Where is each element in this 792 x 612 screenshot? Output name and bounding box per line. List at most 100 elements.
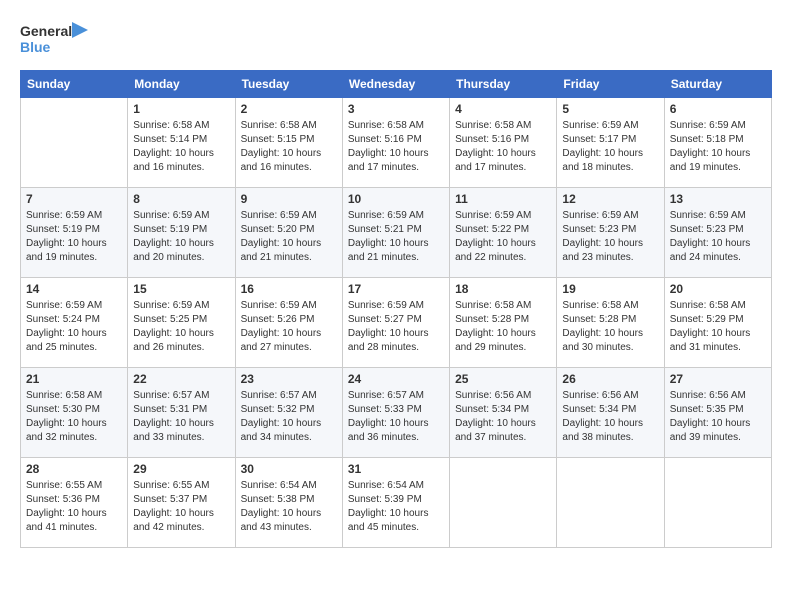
calendar-cell: 25 Sunrise: 6:56 AMSunset: 5:34 PMDayligh… — [450, 368, 557, 458]
calendar-cell: 30 Sunrise: 6:54 AMSunset: 5:38 PMDayligh… — [235, 458, 342, 548]
day-number: 21 — [26, 372, 122, 386]
day-info: Sunrise: 6:56 AMSunset: 5:34 PMDaylight:… — [455, 389, 551, 445]
calendar-cell: 28 Sunrise: 6:55 AMSunset: 5:36 PMDayligh… — [21, 458, 128, 548]
day-number: 25 — [455, 372, 551, 386]
day-number: 23 — [241, 372, 337, 386]
logo-svg: GeneralBlue — [20, 20, 90, 60]
calendar-cell: 11 Sunrise: 6:59 AMSunset: 5:22 PMDayligh… — [450, 188, 557, 278]
svg-text:Blue: Blue — [20, 39, 51, 55]
day-number: 2 — [241, 102, 337, 116]
day-number: 7 — [26, 192, 122, 206]
calendar-cell: 16Sunrise: 6:59 AMSunset: 5:26 PMDayligh… — [235, 278, 342, 368]
day-number: 19 — [562, 282, 658, 296]
calendar-cell: 8 Sunrise: 6:59 AMSunset: 5:19 PMDaylight… — [128, 188, 235, 278]
calendar-cell: 15 Sunrise: 6:59 AMSunset: 5:25 PMDayligh… — [128, 278, 235, 368]
day-info: Sunrise: 6:59 AMSunset: 5:24 PMDaylight:… — [26, 299, 122, 355]
day-number: 10 — [348, 192, 444, 206]
day-info: Sunrise: 6:57 AMSunset: 5:32 PMDaylight:… — [241, 389, 337, 445]
day-info: Sunrise: 6:58 AMSunset: 5:30 PMDaylight:… — [26, 389, 122, 445]
day-info: Sunrise: 6:58 AMSunset: 5:15 PMDaylight:… — [241, 119, 337, 175]
calendar-cell: 2 Sunrise: 6:58 AMSunset: 5:15 PMDaylight… — [235, 98, 342, 188]
day-info: Sunrise: 6:59 AMSunset: 5:26 PMDaylight:… — [241, 299, 337, 355]
weekday-header: Friday — [557, 71, 664, 98]
calendar-cell: 9 Sunrise: 6:59 AMSunset: 5:20 PMDaylight… — [235, 188, 342, 278]
calendar-week-row: 7 Sunrise: 6:59 AMSunset: 5:19 PMDaylight… — [21, 188, 772, 278]
day-info: Sunrise: 6:59 AMSunset: 5:23 PMDaylight:… — [562, 209, 658, 265]
day-number: 30 — [241, 462, 337, 476]
calendar-cell: 3 Sunrise: 6:58 AMSunset: 5:16 PMDaylight… — [342, 98, 449, 188]
day-info: Sunrise: 6:56 AMSunset: 5:35 PMDaylight:… — [670, 389, 766, 445]
day-number: 11 — [455, 192, 551, 206]
calendar-cell: 24Sunrise: 6:57 AMSunset: 5:33 PMDayligh… — [342, 368, 449, 458]
day-info: Sunrise: 6:59 AMSunset: 5:21 PMDaylight:… — [348, 209, 444, 265]
calendar-cell: 7 Sunrise: 6:59 AMSunset: 5:19 PMDaylight… — [21, 188, 128, 278]
day-info: Sunrise: 6:58 AMSunset: 5:16 PMDaylight:… — [455, 119, 551, 175]
calendar-cell: 22 Sunrise: 6:57 AMSunset: 5:31 PMDayligh… — [128, 368, 235, 458]
calendar-cell: 27 Sunrise: 6:56 AMSunset: 5:35 PMDayligh… — [664, 368, 771, 458]
day-number: 20 — [670, 282, 766, 296]
day-info: Sunrise: 6:59 AMSunset: 5:17 PMDaylight:… — [562, 119, 658, 175]
day-number: 31 — [348, 462, 444, 476]
day-info: Sunrise: 6:59 AMSunset: 5:25 PMDaylight:… — [133, 299, 229, 355]
day-number: 14 — [26, 282, 122, 296]
calendar-cell: 19 Sunrise: 6:58 AMSunset: 5:28 PMDayligh… — [557, 278, 664, 368]
calendar-week-row: 28 Sunrise: 6:55 AMSunset: 5:36 PMDayligh… — [21, 458, 772, 548]
calendar-cell: 17Sunrise: 6:59 AMSunset: 5:27 PMDayligh… — [342, 278, 449, 368]
day-info: Sunrise: 6:59 AMSunset: 5:20 PMDaylight:… — [241, 209, 337, 265]
calendar-cell: 10 Sunrise: 6:59 AMSunset: 5:21 PMDayligh… — [342, 188, 449, 278]
calendar-cell: 5 Sunrise: 6:59 AMSunset: 5:17 PMDaylight… — [557, 98, 664, 188]
day-number: 17 — [348, 282, 444, 296]
calendar-cell: 20 Sunrise: 6:58 AMSunset: 5:29 PMDayligh… — [664, 278, 771, 368]
day-number: 13 — [670, 192, 766, 206]
day-number: 22 — [133, 372, 229, 386]
day-info: Sunrise: 6:57 AMSunset: 5:31 PMDaylight:… — [133, 389, 229, 445]
day-info: Sunrise: 6:59 AMSunset: 5:22 PMDaylight:… — [455, 209, 551, 265]
day-info: Sunrise: 6:59 AMSunset: 5:19 PMDaylight:… — [26, 209, 122, 265]
day-number: 1 — [133, 102, 229, 116]
day-number: 28 — [26, 462, 122, 476]
day-info: Sunrise: 6:56 AMSunset: 5:34 PMDaylight:… — [562, 389, 658, 445]
day-info: Sunrise: 6:59 AMSunset: 5:23 PMDaylight:… — [670, 209, 766, 265]
calendar-table: SundayMondayTuesdayWednesdayThursdayFrid… — [20, 70, 772, 548]
day-info: Sunrise: 6:54 AMSunset: 5:38 PMDaylight:… — [241, 479, 337, 535]
calendar-cell: 21 Sunrise: 6:58 AMSunset: 5:30 PMDayligh… — [21, 368, 128, 458]
day-number: 12 — [562, 192, 658, 206]
day-info: Sunrise: 6:58 AMSunset: 5:28 PMDaylight:… — [455, 299, 551, 355]
calendar-cell: 18 Sunrise: 6:58 AMSunset: 5:28 PMDayligh… — [450, 278, 557, 368]
calendar-cell: 31 Sunrise: 6:54 AMSunset: 5:39 PMDayligh… — [342, 458, 449, 548]
weekday-header: Tuesday — [235, 71, 342, 98]
calendar-cell — [664, 458, 771, 548]
calendar-week-row: 1 Sunrise: 6:58 AMSunset: 5:14 PMDaylight… — [21, 98, 772, 188]
day-info: Sunrise: 6:58 AMSunset: 5:29 PMDaylight:… — [670, 299, 766, 355]
day-number: 8 — [133, 192, 229, 206]
day-info: Sunrise: 6:58 AMSunset: 5:14 PMDaylight:… — [133, 119, 229, 175]
calendar-week-row: 14 Sunrise: 6:59 AMSunset: 5:24 PMDayligh… — [21, 278, 772, 368]
weekday-header: Saturday — [664, 71, 771, 98]
weekday-header: Wednesday — [342, 71, 449, 98]
calendar-cell: 6 Sunrise: 6:59 AMSunset: 5:18 PMDaylight… — [664, 98, 771, 188]
logo: GeneralBlue — [20, 20, 90, 60]
day-number: 6 — [670, 102, 766, 116]
day-number: 3 — [348, 102, 444, 116]
calendar-cell: 14 Sunrise: 6:59 AMSunset: 5:24 PMDayligh… — [21, 278, 128, 368]
day-info: Sunrise: 6:57 AMSunset: 5:33 PMDaylight:… — [348, 389, 444, 445]
day-info: Sunrise: 6:59 AMSunset: 5:18 PMDaylight:… — [670, 119, 766, 175]
day-number: 29 — [133, 462, 229, 476]
day-number: 15 — [133, 282, 229, 296]
day-info: Sunrise: 6:54 AMSunset: 5:39 PMDaylight:… — [348, 479, 444, 535]
day-info: Sunrise: 6:59 AMSunset: 5:19 PMDaylight:… — [133, 209, 229, 265]
calendar-cell — [21, 98, 128, 188]
day-number: 5 — [562, 102, 658, 116]
day-number: 18 — [455, 282, 551, 296]
weekday-header: Monday — [128, 71, 235, 98]
calendar-cell: 13 Sunrise: 6:59 AMSunset: 5:23 PMDayligh… — [664, 188, 771, 278]
day-number: 9 — [241, 192, 337, 206]
svg-text:General: General — [20, 23, 72, 39]
day-info: Sunrise: 6:55 AMSunset: 5:36 PMDaylight:… — [26, 479, 122, 535]
calendar-cell: 23 Sunrise: 6:57 AMSunset: 5:32 PMDayligh… — [235, 368, 342, 458]
day-info: Sunrise: 6:58 AMSunset: 5:28 PMDaylight:… — [562, 299, 658, 355]
day-number: 27 — [670, 372, 766, 386]
weekday-header: Sunday — [21, 71, 128, 98]
day-info: Sunrise: 6:58 AMSunset: 5:16 PMDaylight:… — [348, 119, 444, 175]
calendar-week-row: 21 Sunrise: 6:58 AMSunset: 5:30 PMDayligh… — [21, 368, 772, 458]
